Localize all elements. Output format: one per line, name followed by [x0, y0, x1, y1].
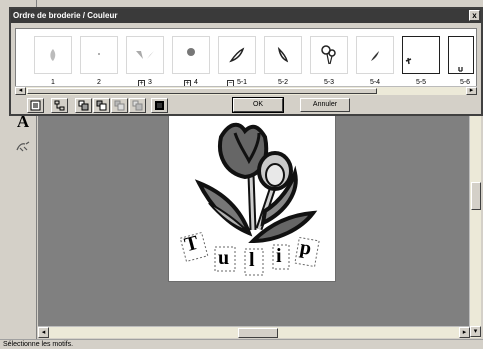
display-mode-button[interactable]	[27, 98, 44, 113]
vertical-scroll-thumb[interactable]	[471, 182, 481, 210]
letter-u-thumbnail-icon	[458, 67, 463, 72]
close-button[interactable]: x	[469, 10, 480, 21]
vertical-scrollbar[interactable]: ▾	[469, 114, 481, 338]
move-after-icon	[114, 100, 125, 111]
letter-t-thumbnail-icon	[405, 57, 412, 65]
tree-icon	[54, 100, 65, 111]
thumbnail-strip: 1 2 +3 +4 −5-1 5-2 5-3 5-4 5-5 5-6	[15, 28, 477, 94]
leaves-thumbnail-icon	[136, 51, 154, 59]
letter-l: l	[249, 249, 255, 271]
tulip-outline-thumbnail-icon	[321, 45, 336, 65]
color-swatch-icon	[155, 101, 164, 110]
letter-i: i	[276, 245, 282, 267]
thumbnail-5-1[interactable]	[218, 36, 256, 74]
dot-thumbnail-icon	[98, 53, 100, 55]
dialog-title: Ordre de broderie / Couleur	[13, 11, 118, 20]
leaf-outline-thumbnail-icon	[371, 51, 379, 61]
move-to-first-icon	[78, 100, 89, 111]
group-button[interactable]	[51, 98, 68, 113]
leaf-thumbnail-icon	[50, 49, 56, 61]
thumbnail-5-5[interactable]	[402, 36, 440, 74]
leaf-outline-thumbnail-icon	[277, 46, 289, 63]
frame-icon	[30, 100, 41, 111]
thumbnail-1[interactable]	[34, 36, 72, 74]
thumbnail-5-4[interactable]	[356, 36, 394, 74]
design-canvas[interactable]: T u l i p	[168, 114, 336, 282]
horizontal-scroll-thumb[interactable]	[238, 328, 278, 338]
thumbnail-4[interactable]	[172, 36, 210, 74]
thumbnail-5-3[interactable]	[310, 36, 348, 74]
scroll-right-button[interactable]: ▸	[459, 327, 470, 338]
move-to-last-icon	[132, 100, 143, 111]
thumbnail-scroll-left-button[interactable]: ◂	[15, 87, 26, 95]
scroll-down-button[interactable]: ▾	[470, 326, 481, 337]
horizontal-scrollbar[interactable]: ◂ ▸	[38, 326, 470, 338]
move-before-button[interactable]	[93, 98, 110, 113]
letter-u: u	[218, 247, 230, 269]
cancel-button[interactable]: Annuler	[300, 98, 350, 112]
scroll-left-button[interactable]: ◂	[38, 327, 49, 338]
thumbnail-scrollbar[interactable]: ◂ ▸	[15, 86, 477, 95]
thumbnail-5-6[interactable]	[448, 36, 474, 74]
status-bar: Sélectionne les motifs.	[0, 339, 483, 349]
move-first-button[interactable]	[75, 98, 92, 113]
thumbnail-5-2[interactable]	[264, 36, 302, 74]
flower-thumbnail-icon	[187, 48, 195, 56]
ok-button[interactable]: OK	[232, 97, 284, 113]
thumbnail-3[interactable]	[126, 36, 164, 74]
color-button[interactable]	[151, 98, 168, 113]
close-icon: x	[472, 11, 477, 20]
thumbnail-scroll-thumb[interactable]	[27, 88, 377, 94]
hand-stitch-icon	[16, 141, 30, 152]
move-after-button[interactable]	[111, 98, 128, 113]
move-before-icon	[96, 100, 107, 111]
move-last-button[interactable]	[129, 98, 146, 113]
thumbnail-2[interactable]	[80, 36, 118, 74]
hand-tool-button[interactable]	[13, 136, 33, 156]
thumbnail-scroll-right-button[interactable]: ▸	[466, 87, 477, 95]
leaf-outline-thumbnail-icon	[229, 47, 245, 63]
sewing-order-dialog: Ordre de broderie / Couleur x 1 2 + 3 + …	[9, 7, 483, 116]
dialog-titlebar[interactable]: Ordre de broderie / Couleur x	[11, 9, 481, 23]
